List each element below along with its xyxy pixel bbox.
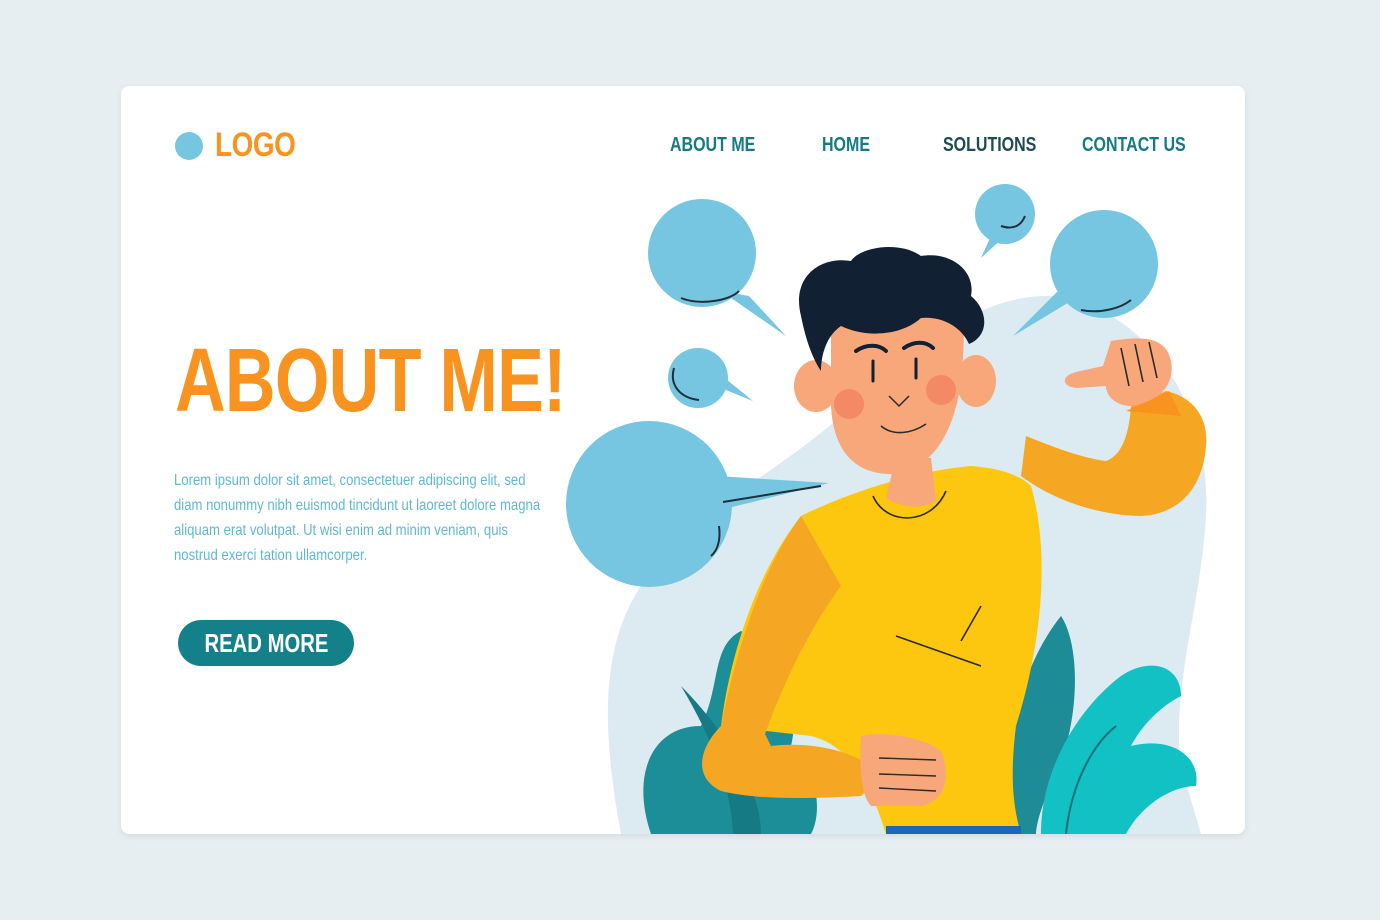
hero-description: Lorem ipsum dolor sit amet, consectetuer… <box>174 472 541 564</box>
page-title: ABOUT ME! <box>175 331 567 431</box>
read-more-label: READ MORE <box>204 627 328 658</box>
speech-bubble-icons <box>566 184 1158 587</box>
nav-item-home[interactable]: HOME <box>822 134 870 157</box>
background-blob <box>607 295 1207 834</box>
leaves-decoration <box>643 616 1197 834</box>
landing-page: LOGO ABOUT ME HOME SOLUTIONS CONTACT US … <box>121 86 1245 834</box>
nav-item-contact-us[interactable]: CONTACT US <box>1082 134 1186 157</box>
main-nav: ABOUT ME HOME SOLUTIONS CONTACT US <box>121 134 1245 164</box>
read-more-button[interactable]: READ MORE <box>178 620 354 666</box>
man-character <box>702 246 1207 834</box>
nav-item-about-me[interactable]: ABOUT ME <box>670 134 755 157</box>
man-with-speech-bubbles-illustration <box>566 184 1207 834</box>
nav-item-solutions[interactable]: SOLUTIONS <box>943 134 1036 157</box>
